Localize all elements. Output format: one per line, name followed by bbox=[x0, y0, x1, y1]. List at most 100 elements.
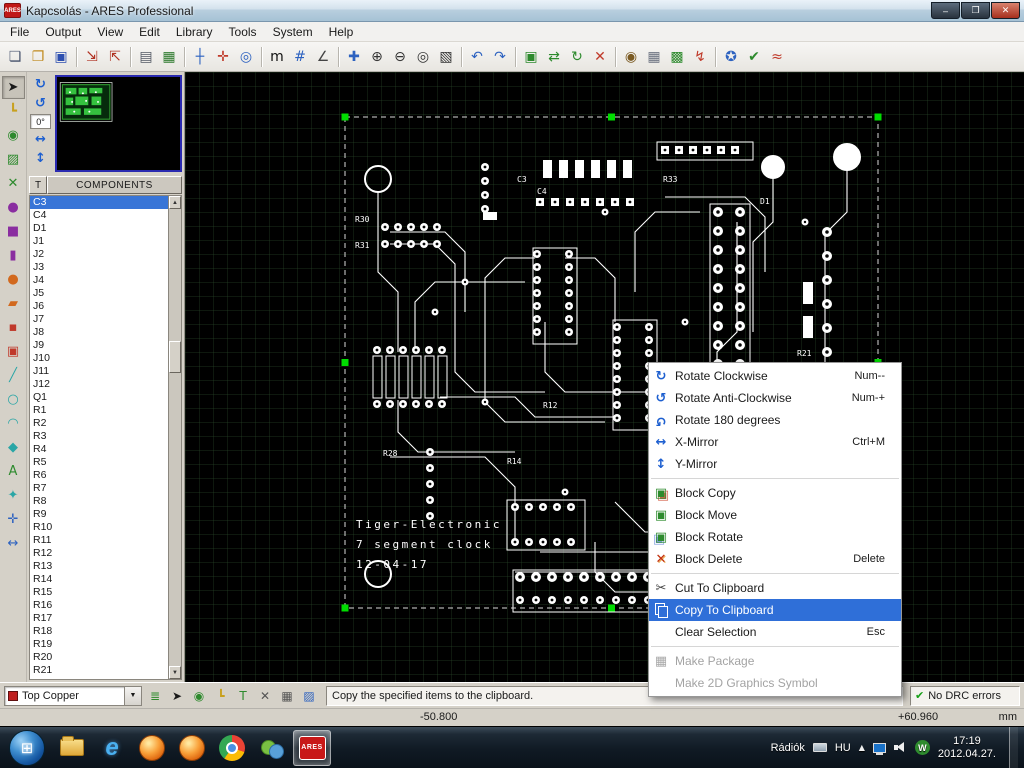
context-menu-item-rotate-clockwise[interactable]: Rotate Clockwise Num-- bbox=[649, 365, 901, 387]
context-menu-item-x-mirror[interactable]: X-Mirror Ctrl+M bbox=[649, 431, 901, 453]
network-icon[interactable] bbox=[872, 742, 886, 755]
zoom-in-button[interactable]: ⊕ bbox=[366, 46, 388, 68]
context-menu-item-rotate-anti-clockwise[interactable]: Rotate Anti-Clockwise Num-+ bbox=[649, 387, 901, 409]
components-scrollbar[interactable] bbox=[168, 196, 181, 679]
scroll-down-button[interactable] bbox=[169, 666, 181, 679]
component-item[interactable]: R6 bbox=[30, 469, 168, 482]
rotate-clockwise-button[interactable]: ↻ bbox=[30, 75, 51, 94]
component-item[interactable]: R16 bbox=[30, 599, 168, 612]
keyboard-icon[interactable] bbox=[812, 743, 827, 752]
component-item[interactable]: J6 bbox=[30, 300, 168, 313]
2d-text-mode-button[interactable]: A bbox=[2, 460, 25, 483]
context-menu-item-cut-to-clipboard[interactable]: Cut To Clipboard bbox=[649, 577, 901, 599]
start-button[interactable] bbox=[9, 729, 45, 766]
filter-zone-button[interactable]: ▨ bbox=[299, 686, 319, 706]
pick-parts-button[interactable]: ◉ bbox=[620, 46, 642, 68]
block-rotate-button[interactable]: ↻ bbox=[566, 46, 588, 68]
taskbar-app-internet-explorer[interactable] bbox=[93, 730, 131, 766]
component-item[interactable]: R9 bbox=[30, 508, 168, 521]
component-item[interactable]: J1 bbox=[30, 235, 168, 248]
component-item[interactable]: J10 bbox=[30, 352, 168, 365]
show-hidden-icons-icon[interactable] bbox=[859, 743, 865, 752]
metric-imperial-button[interactable]: m bbox=[266, 46, 288, 68]
context-menu-item-block-rotate[interactable]: Block Rotate bbox=[649, 526, 901, 548]
scroll-up-button[interactable] bbox=[169, 196, 181, 209]
menu-item-file[interactable]: File bbox=[2, 23, 37, 41]
via-mode-button[interactable]: ◉ bbox=[2, 124, 25, 147]
menu-item-output[interactable]: Output bbox=[37, 23, 89, 41]
dimension-mode-button[interactable]: ↔ bbox=[2, 532, 25, 555]
component-item[interactable]: R10 bbox=[30, 521, 168, 534]
component-item[interactable]: R14 bbox=[30, 573, 168, 586]
auto-placer-button[interactable]: ▩ bbox=[666, 46, 688, 68]
component-item[interactable]: R15 bbox=[30, 586, 168, 599]
taskbar-clock[interactable]: 17:19 2012.04.27. bbox=[938, 735, 996, 761]
goto-position-button[interactable]: ◎ bbox=[235, 46, 257, 68]
toggle-false-origin-button[interactable]: ✛ bbox=[212, 46, 234, 68]
context-menu-item-y-mirror[interactable]: Y-Mirror bbox=[649, 453, 901, 475]
layer-dropdown-arrow-icon[interactable] bbox=[124, 686, 141, 705]
trace-mode-button[interactable]: ┗ bbox=[2, 100, 25, 123]
maximize-button[interactable]: ❐ bbox=[961, 2, 990, 19]
import-section-button[interactable]: ⇲ bbox=[81, 46, 103, 68]
component-item[interactable]: J9 bbox=[30, 339, 168, 352]
component-item[interactable]: R1 bbox=[30, 404, 168, 417]
component-item[interactable]: R13 bbox=[30, 560, 168, 573]
context-menu-item-block-move[interactable]: Block Move bbox=[649, 504, 901, 526]
context-menu-item-block-delete[interactable]: Block Delete Delete bbox=[649, 548, 901, 570]
component-item[interactable]: D1 bbox=[30, 222, 168, 235]
2d-circle-mode-button[interactable]: ○ bbox=[2, 388, 25, 411]
component-item[interactable]: R21 bbox=[30, 664, 168, 677]
dil-pad-mode-button[interactable]: ▮ bbox=[2, 244, 25, 267]
taskbar-app-contacts[interactable] bbox=[253, 730, 291, 766]
menu-item-library[interactable]: Library bbox=[168, 23, 221, 41]
tray-toolbar-label[interactable]: Rádiók bbox=[771, 742, 805, 754]
component-item[interactable]: R5 bbox=[30, 456, 168, 469]
mirror-y-button[interactable]: ↕ bbox=[30, 149, 51, 168]
component-item[interactable]: C3 bbox=[30, 196, 168, 209]
component-item[interactable]: R2 bbox=[30, 417, 168, 430]
ratsnest-mode-button[interactable]: ✕ bbox=[2, 172, 25, 195]
toggle-selector-button[interactable]: T bbox=[29, 176, 47, 194]
component-item[interactable]: J8 bbox=[30, 326, 168, 339]
filter-trace-button[interactable]: ┗ bbox=[211, 686, 231, 706]
connectivity-check-button[interactable]: ≈ bbox=[766, 46, 788, 68]
2d-path-mode-button[interactable]: ◆ bbox=[2, 436, 25, 459]
component-item[interactable]: R12 bbox=[30, 547, 168, 560]
show-desktop-button[interactable] bbox=[1009, 726, 1018, 768]
overview-panel[interactable] bbox=[55, 75, 182, 172]
minimize-button[interactable]: – bbox=[931, 2, 960, 19]
print-layout-button[interactable]: ▤ bbox=[135, 46, 157, 68]
zone-mode-button[interactable]: ▨ bbox=[2, 148, 25, 171]
zoom-area-button[interactable]: ▧ bbox=[435, 46, 457, 68]
component-item[interactable]: J12 bbox=[30, 378, 168, 391]
rotate-anticlockwise-button[interactable]: ↺ bbox=[30, 94, 51, 113]
taskbar-app-ares[interactable]: ARES bbox=[293, 729, 331, 766]
undo-button[interactable]: ↶ bbox=[466, 46, 488, 68]
round-pad-mode-button[interactable]: ● bbox=[2, 196, 25, 219]
smt-oval-pad-mode-button[interactable]: ▰ bbox=[2, 292, 25, 315]
filter-ratsnest-button[interactable]: ✕ bbox=[255, 686, 275, 706]
design-rule-check-button[interactable]: ✔ bbox=[743, 46, 765, 68]
close-button[interactable]: ✕ bbox=[991, 2, 1020, 19]
zoom-out-button[interactable]: ⊖ bbox=[389, 46, 411, 68]
filter-via-button[interactable]: ◉ bbox=[189, 686, 209, 706]
export-section-button[interactable]: ⇱ bbox=[104, 46, 126, 68]
menu-item-edit[interactable]: Edit bbox=[131, 23, 168, 41]
component-item[interactable]: R7 bbox=[30, 482, 168, 495]
block-copy-button[interactable]: ▣ bbox=[520, 46, 542, 68]
component-item[interactable]: J7 bbox=[30, 313, 168, 326]
taskbar-app-firefox-2[interactable] bbox=[173, 730, 211, 766]
polar-coordinates-button[interactable]: ∠ bbox=[312, 46, 334, 68]
filter-object-button[interactable]: ➤ bbox=[167, 686, 187, 706]
toggle-grid-button[interactable]: ┼ bbox=[189, 46, 211, 68]
context-menu-item-rotate-180-degrees[interactable]: Rotate 180 degrees bbox=[649, 409, 901, 431]
menu-item-tools[interactable]: Tools bbox=[221, 23, 265, 41]
2d-line-mode-button[interactable]: ╱ bbox=[2, 364, 25, 387]
menu-item-help[interactable]: Help bbox=[321, 23, 362, 41]
taskbar-app-explorer[interactable] bbox=[53, 730, 91, 766]
component-item[interactable]: R4 bbox=[30, 443, 168, 456]
context-menu-item-copy-to-clipboard[interactable]: Copy To Clipboard bbox=[649, 599, 901, 621]
origin-marker-mode-button[interactable]: ✛ bbox=[2, 508, 25, 531]
new-layout-button[interactable]: ❏ bbox=[4, 46, 26, 68]
